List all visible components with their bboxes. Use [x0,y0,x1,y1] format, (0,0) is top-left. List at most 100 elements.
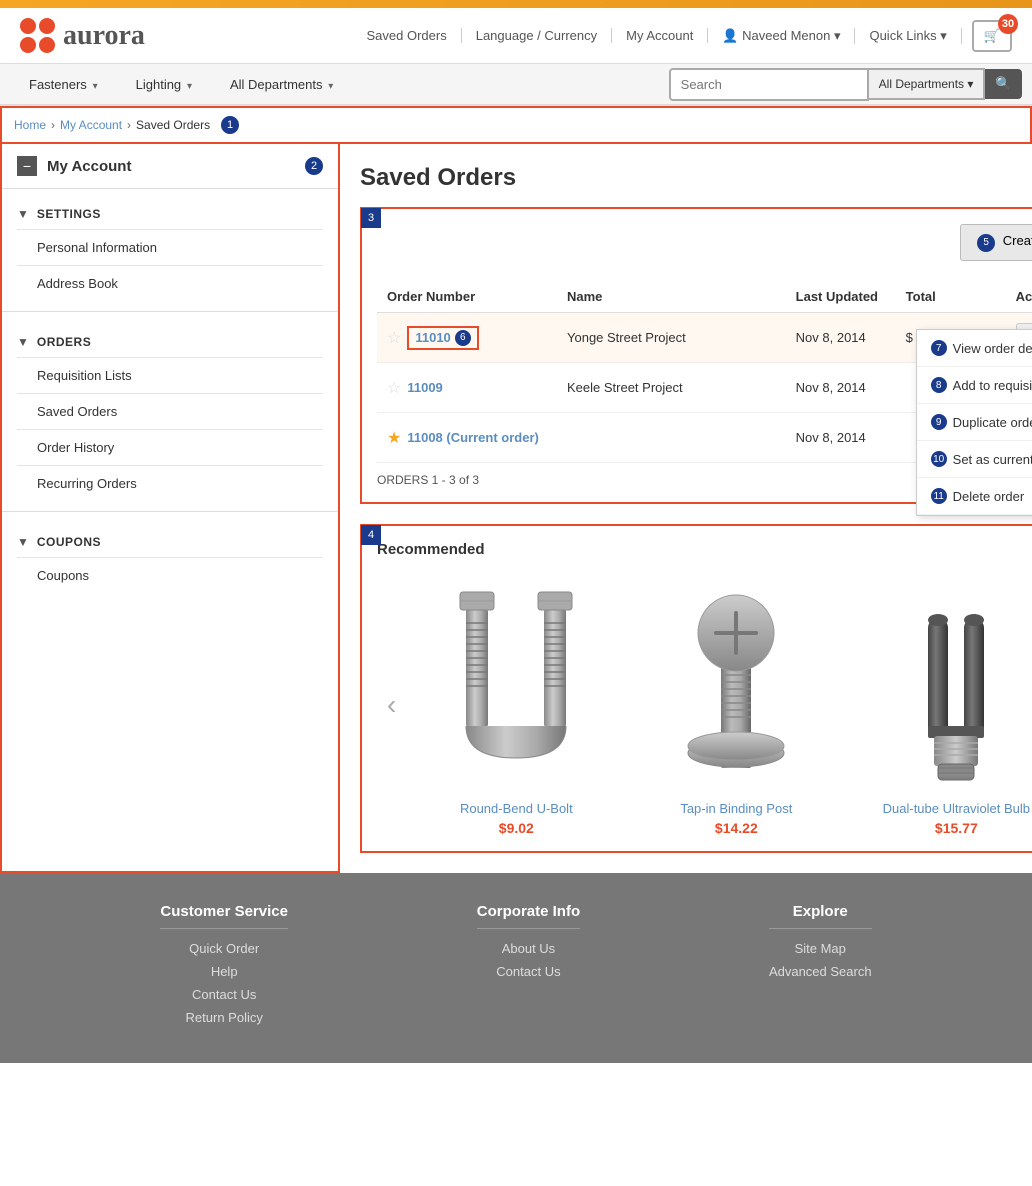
nav-user[interactable]: 👤 Naveed Menon ▾ [708,28,855,44]
sidebar-section-header-coupons[interactable]: ▼ COUPONS [17,527,323,557]
logo-dot-tl [20,18,36,34]
col-header-name: Name [557,281,786,313]
chevron-down-icon: ▾ [90,81,98,92]
section-badge-4: 4 [361,525,381,545]
context-menu-item-add-requisition[interactable]: 8 Add to requisition list [917,367,1032,404]
search-dept-dropdown[interactable]: All Departments ▾ [869,68,986,100]
sidebar-item-address-book[interactable]: Address Book [17,265,323,301]
context-menu-item-delete[interactable]: 11 Delete order [917,478,1032,515]
section-badge-3: 3 [361,208,381,228]
sidebar-item-order-history[interactable]: Order History [17,429,323,465]
logo-dot-tr [39,18,55,34]
chevron-down-icon: ▾ [184,81,192,92]
nav-bar: Fasteners ▾ Lighting ▾ All Departments ▾… [0,64,1032,106]
product-card-bulb: Dual-tube Ultraviolet Bulb $15.77 [856,573,1032,836]
footer-col-title-customer-service: Customer Service [160,903,288,929]
nav-tab-lighting[interactable]: Lighting ▾ [117,64,211,104]
sidebar-section-coupons: ▼ COUPONS Coupons [2,517,338,598]
nav-tab-fasteners[interactable]: Fasteners ▾ [10,64,117,104]
footer-link-site-map[interactable]: Site Map [769,941,872,956]
order-link-11009[interactable]: 11009 [407,380,442,395]
chevron-down-icon: ▼ [17,535,29,549]
footer-link-advanced-search[interactable]: Advanced Search [769,964,872,979]
footer-grid: Customer Service Quick Order Help Contac… [66,903,966,1033]
logo-text: aurora [63,20,145,52]
carousel-prev-button[interactable]: ‹ [377,679,406,731]
context-menu-badge-11: 11 [931,488,947,504]
product-name-ubolt[interactable]: Round-Bend U-Bolt [416,801,616,816]
product-name-bulb[interactable]: Dual-tube Ultraviolet Bulb [856,801,1032,816]
sidebar-toggle-button[interactable]: − [17,156,37,176]
search-input[interactable] [669,68,869,101]
product-image-bulb [866,573,1032,793]
footer-col-corporate-info: Corporate Info About Us Contact Us [477,903,580,1033]
context-menu-item-set-current[interactable]: 10 Set as current order [917,441,1032,478]
sidebar: − My Account 2 ▼ SETTINGS Personal Infor… [0,144,340,873]
breadcrumb-current: Saved Orders [136,118,210,132]
bulb-svg [876,578,1032,788]
logo-dot-br [39,37,55,53]
star-icon-3[interactable]: ★ [387,428,401,448]
order-number-cell-1: ☆ 11010 6 [377,313,557,363]
main-layout: − My Account 2 ▼ SETTINGS Personal Infor… [0,144,1032,873]
footer-col-title-corporate-info: Corporate Info [477,903,580,929]
sidebar-section-header-settings[interactable]: ▼ SETTINGS [17,199,323,229]
sidebar-title: My Account [47,158,131,175]
order-name-3 [557,413,786,463]
order-link-11008[interactable]: 11008 (Current order) [407,430,539,445]
context-menu-badge-8: 8 [931,377,947,393]
product-image-post [646,573,826,793]
sidebar-section-settings: ▼ SETTINGS Personal Information Address … [2,189,338,306]
nav-saved-orders[interactable]: Saved Orders [353,28,462,43]
context-menu-item-view[interactable]: 7 View order details [917,330,1032,367]
order-name-2: Keele Street Project [557,363,786,413]
col-header-actions: Actions [1006,281,1032,313]
order-link-11010[interactable]: 11010 [415,330,450,345]
nav-language-currency[interactable]: Language / Currency [462,28,612,43]
footer: Customer Service Quick Order Help Contac… [0,873,1032,1063]
sidebar-item-recurring-orders[interactable]: Recurring Orders [17,465,323,501]
order-name-1: Yonge Street Project [557,313,786,363]
search-area: All Departments ▾ 🔍 [669,68,1022,101]
star-icon-1[interactable]: ☆ [387,328,401,348]
sidebar-section-header-orders[interactable]: ▼ ORDERS [17,327,323,357]
ubolt-svg [436,578,596,788]
context-menu-badge-9: 9 [931,414,947,430]
nav-my-account[interactable]: My Account [612,28,708,43]
create-order-badge: 5 [977,234,995,252]
star-icon-2[interactable]: ☆ [387,378,401,398]
sidebar-item-saved-orders[interactable]: Saved Orders [17,393,323,429]
footer-link-contact-us-corp[interactable]: Contact Us [477,964,580,979]
context-menu-badge-10: 10 [931,451,947,467]
product-price-bulb: $15.77 [856,820,1032,836]
footer-link-return-policy[interactable]: Return Policy [160,1010,288,1025]
chevron-down-icon: ▾ [325,81,333,92]
chevron-down-icon: ▼ [17,207,29,221]
context-menu: 7 View order details 8 Add to requisitio… [916,329,1032,516]
search-button[interactable]: 🔍 [985,69,1022,99]
product-name-post[interactable]: Tap-in Binding Post [636,801,836,816]
footer-link-about-us[interactable]: About Us [477,941,580,956]
logo[interactable]: aurora [20,18,145,53]
breadcrumb-my-account[interactable]: My Account [60,118,122,132]
cart-button[interactable]: 🛒 30 [972,20,1012,52]
footer-col-title-explore: Explore [769,903,872,929]
sidebar-item-requisition-lists[interactable]: Requisition Lists [17,357,323,393]
sidebar-item-coupons[interactable]: Coupons [17,557,323,593]
order-date-1: Nov 8, 2014 [786,313,896,363]
footer-link-contact-us[interactable]: Contact Us [160,987,288,1002]
breadcrumb-badge: 1 [221,116,239,134]
footer-link-quick-order[interactable]: Quick Order [160,941,288,956]
sidebar-item-personal-information[interactable]: Personal Information [17,229,323,265]
create-order-button[interactable]: 5 Create Order [960,224,1032,261]
nav-quick-links[interactable]: Quick Links ▾ [855,28,961,44]
order-date-3: Nov 8, 2014 [786,413,896,463]
page-title: Saved Orders [360,164,1032,192]
breadcrumb-home[interactable]: Home [14,118,46,132]
sidebar-section-orders: ▼ ORDERS Requisition Lists Saved Orders … [2,317,338,506]
col-header-last-updated: Last Updated [786,281,896,313]
nav-tab-all-departments[interactable]: All Departments ▾ [211,64,352,104]
footer-link-help[interactable]: Help [160,964,288,979]
col-header-total: Total [896,281,1006,313]
context-menu-item-duplicate[interactable]: 9 Duplicate order [917,404,1032,441]
